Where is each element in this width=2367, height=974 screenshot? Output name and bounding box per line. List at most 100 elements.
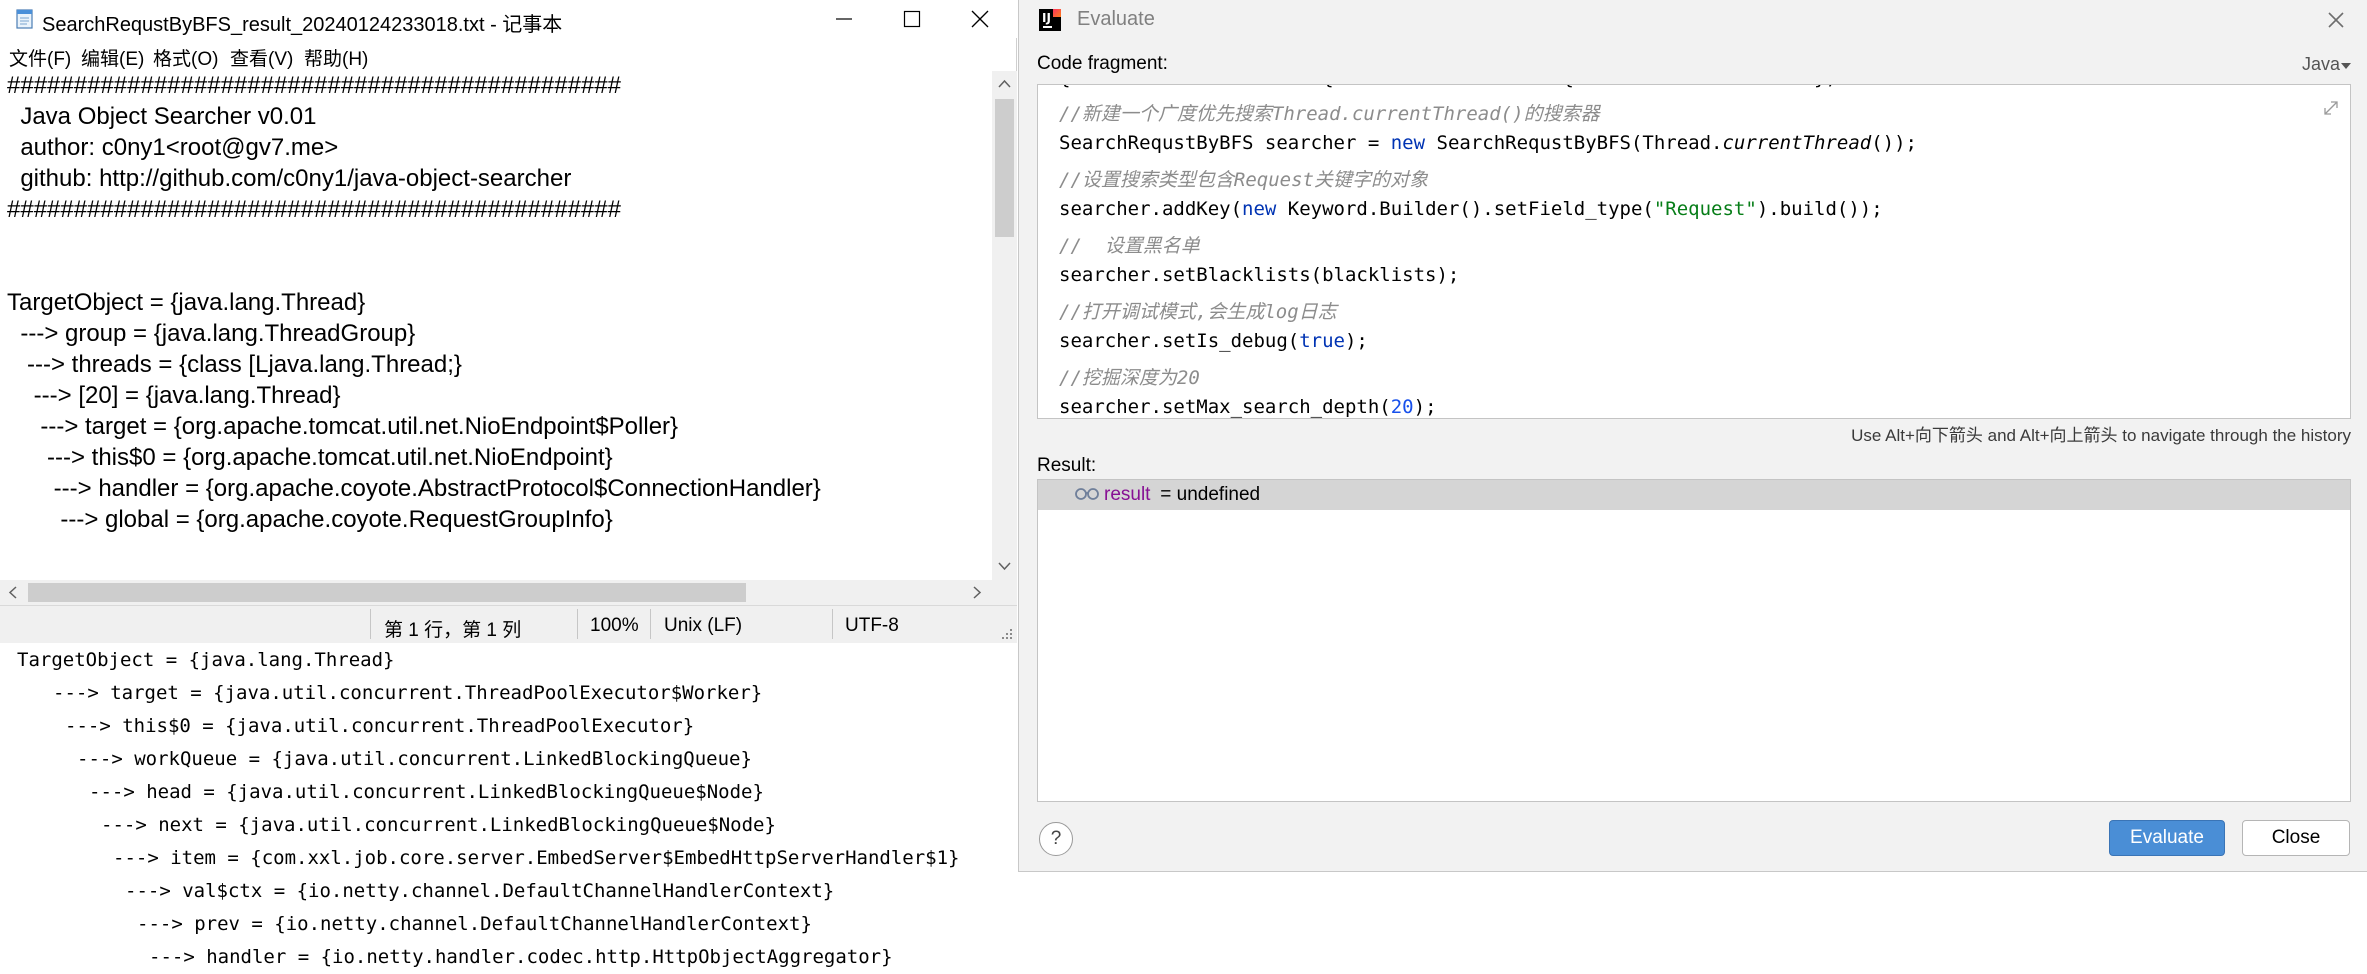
maximize-icon <box>903 10 921 28</box>
minimize-icon <box>836 18 852 20</box>
code-line: SearchRequstByBFS searcher = new SearchR… <box>1059 132 1917 154</box>
status-encoding: UTF-8 <box>845 615 899 636</box>
notepad-title: SearchRequstByBFS_result_20240124233018.… <box>42 14 563 36</box>
text-line: TargetObject = {java.lang.Thread} <box>7 289 366 316</box>
status-separator <box>650 609 651 639</box>
notepad-window: SearchRequstByBFS_result_20240124233018.… <box>0 0 1017 643</box>
code-comment: //挖掘深度为20 <box>1059 367 1200 389</box>
menu-view[interactable]: 查看(V) <box>230 44 293 71</box>
evaluate-titlebar: IJ Evaluate <box>1019 0 2367 40</box>
close-button[interactable]: Close <box>2242 820 2350 856</box>
scroll-up-icon[interactable] <box>998 79 1011 89</box>
code-line: searcher.setIs_debug(true); <box>1059 330 1368 352</box>
history-hint: Use Alt+向下箭头 and Alt+向上箭头 to navigate th… <box>1851 426 2351 445</box>
code-string: "Request" <box>1653 198 1757 220</box>
code-line: { { { }; <box>1059 85 1837 89</box>
close-window-button[interactable] <box>946 0 1014 38</box>
code-token: ()); <box>1871 132 1917 154</box>
result-variable-name: result <box>1104 484 1151 505</box>
result-label: Result: <box>1037 455 1097 476</box>
code-token: currentThread <box>1722 132 1872 154</box>
console-line: ---> head = {java.util.concurrent.Linked… <box>89 781 764 803</box>
minimize-button[interactable] <box>810 0 878 38</box>
console-output: TargetObject = {java.lang.Thread} ---> t… <box>0 645 1017 974</box>
vertical-scrollbar[interactable] <box>992 71 1017 580</box>
code-token: ).build()); <box>1756 198 1883 220</box>
code-fragment-label: Code fragment: <box>1037 53 1168 74</box>
text-file-icon <box>16 9 33 29</box>
code-token: searcher.addKey( <box>1059 198 1243 220</box>
code-token: searcher.setMax_search_depth( <box>1059 396 1391 418</box>
help-icon: ? <box>1050 828 1062 849</box>
text-line: ---> [20] = {java.lang.Thread} <box>7 382 341 409</box>
code-token: 的搜索器 <box>1523 103 1600 125</box>
close-icon <box>971 10 989 28</box>
code-token: Thread.currentThread() <box>1271 103 1524 125</box>
text-line: ---> handler = {org.apache.coyote.Abstra… <box>7 475 821 502</box>
result-tree: result = undefined <box>1037 479 2351 802</box>
console-line: ---> target = {java.util.concurrent.Thre… <box>53 682 763 704</box>
menu-format[interactable]: 格式(O) <box>153 44 218 71</box>
text-line: ---> target = {org.apache.tomcat.util.ne… <box>7 413 679 440</box>
scroll-left-icon[interactable] <box>8 586 18 599</box>
help-button[interactable]: ? <box>1039 822 1073 856</box>
evaluate-button[interactable]: Evaluate <box>2109 820 2225 856</box>
code-keyword: true <box>1299 330 1345 352</box>
maximize-button[interactable] <box>878 0 946 38</box>
text-line: ########################################… <box>7 196 621 223</box>
code-comment: //打开调试模式,会生成log日志 <box>1059 301 1337 323</box>
console-line: ---> next = {java.util.concurrent.Linked… <box>101 814 776 836</box>
expand-icon[interactable] <box>2322 99 2340 117</box>
code-keyword: new <box>1390 132 1426 154</box>
result-row[interactable]: result = undefined <box>1038 480 2350 510</box>
console-line: ---> item = {com.xxl.job.core.server.Emb… <box>113 847 960 869</box>
code-token: SearchRequstByBFS searcher = <box>1059 132 1391 154</box>
console-line: ---> val$ctx = {io.netty.channel.Default… <box>125 880 835 902</box>
code-token: //新建一个广度优先搜索 <box>1059 103 1272 125</box>
notepad-text-area[interactable]: ########################################… <box>0 71 992 580</box>
notepad-titlebar: SearchRequstByBFS_result_20240124233018.… <box>0 0 1017 38</box>
code-line: searcher.setBlacklists(blacklists); <box>1059 264 1460 286</box>
code-keyword: new <box>1242 198 1277 220</box>
notepad-statusbar: 第 1 行，第 1 列 100% Unix (LF) UTF-8 <box>0 605 1017 643</box>
code-fragment-editor[interactable]: { { { }; //新建一个广度优先搜索Thread.currentThrea… <box>1037 84 2351 419</box>
console-line: ---> handler = {io.netty.handler.codec.h… <box>149 946 893 968</box>
intellij-logo-icon: IJ <box>1039 9 1061 31</box>
horizontal-scrollbar[interactable] <box>0 580 992 605</box>
status-separator <box>832 609 833 639</box>
text-line: github: http://github.com/c0ny1/java-obj… <box>7 165 572 192</box>
text-line: ########################################… <box>7 72 621 99</box>
text-line: Java Object Searcher v0.01 <box>7 103 317 130</box>
vertical-scroll-thumb[interactable] <box>995 99 1014 237</box>
language-selector[interactable]: Java <box>2302 54 2340 75</box>
text-line: ---> threads = {class [Ljava.lang.Thread… <box>7 351 462 378</box>
resize-grip-icon[interactable] <box>1000 627 1014 641</box>
status-zoom: 100% <box>590 615 639 636</box>
text-line: ---> group = {java.lang.ThreadGroup} <box>7 320 416 347</box>
code-token: SearchRequstByBFS(Thread. <box>1425 132 1723 154</box>
console-line: ---> workQueue = {java.util.concurrent.L… <box>77 748 752 770</box>
code-comment: // 设置黑名单 <box>1059 235 1200 257</box>
chevron-down-icon[interactable] <box>2341 63 2351 69</box>
notepad-menubar: 文件(F) 编辑(E) 格式(O) 查看(V) 帮助(H) <box>0 40 1017 70</box>
menu-file[interactable]: 文件(F) <box>9 44 71 71</box>
code-token: searcher.setIs_debug( <box>1059 330 1300 352</box>
status-separator <box>370 609 371 639</box>
menu-edit[interactable]: 编辑(E) <box>81 44 144 71</box>
result-value: = undefined <box>1155 484 1261 505</box>
scroll-right-icon[interactable] <box>972 586 982 599</box>
menu-help[interactable]: 帮助(H) <box>304 44 368 71</box>
text-line: author: c0ny1<root@gv7.me> <box>7 134 339 161</box>
scroll-down-icon[interactable] <box>998 561 1011 571</box>
text-line: ---> this$0 = {org.apache.tomcat.util.ne… <box>7 444 613 471</box>
scrollbar-corner <box>992 580 1017 605</box>
code-line: searcher.addKey(new Keyword.Builder().se… <box>1059 198 1883 220</box>
status-line-ending: Unix (LF) <box>664 615 743 636</box>
console-line: ---> prev = {io.netty.channel.DefaultCha… <box>137 913 812 935</box>
console-line: TargetObject = {java.lang.Thread} <box>17 649 395 671</box>
code-token: ); <box>1413 396 1437 418</box>
horizontal-scroll-thumb[interactable] <box>28 583 746 602</box>
code-token: ); <box>1344 330 1368 352</box>
evaluate-dialog: IJ Evaluate Code fragment: Java { { { };… <box>1018 0 2367 872</box>
close-icon[interactable] <box>2324 8 2348 32</box>
